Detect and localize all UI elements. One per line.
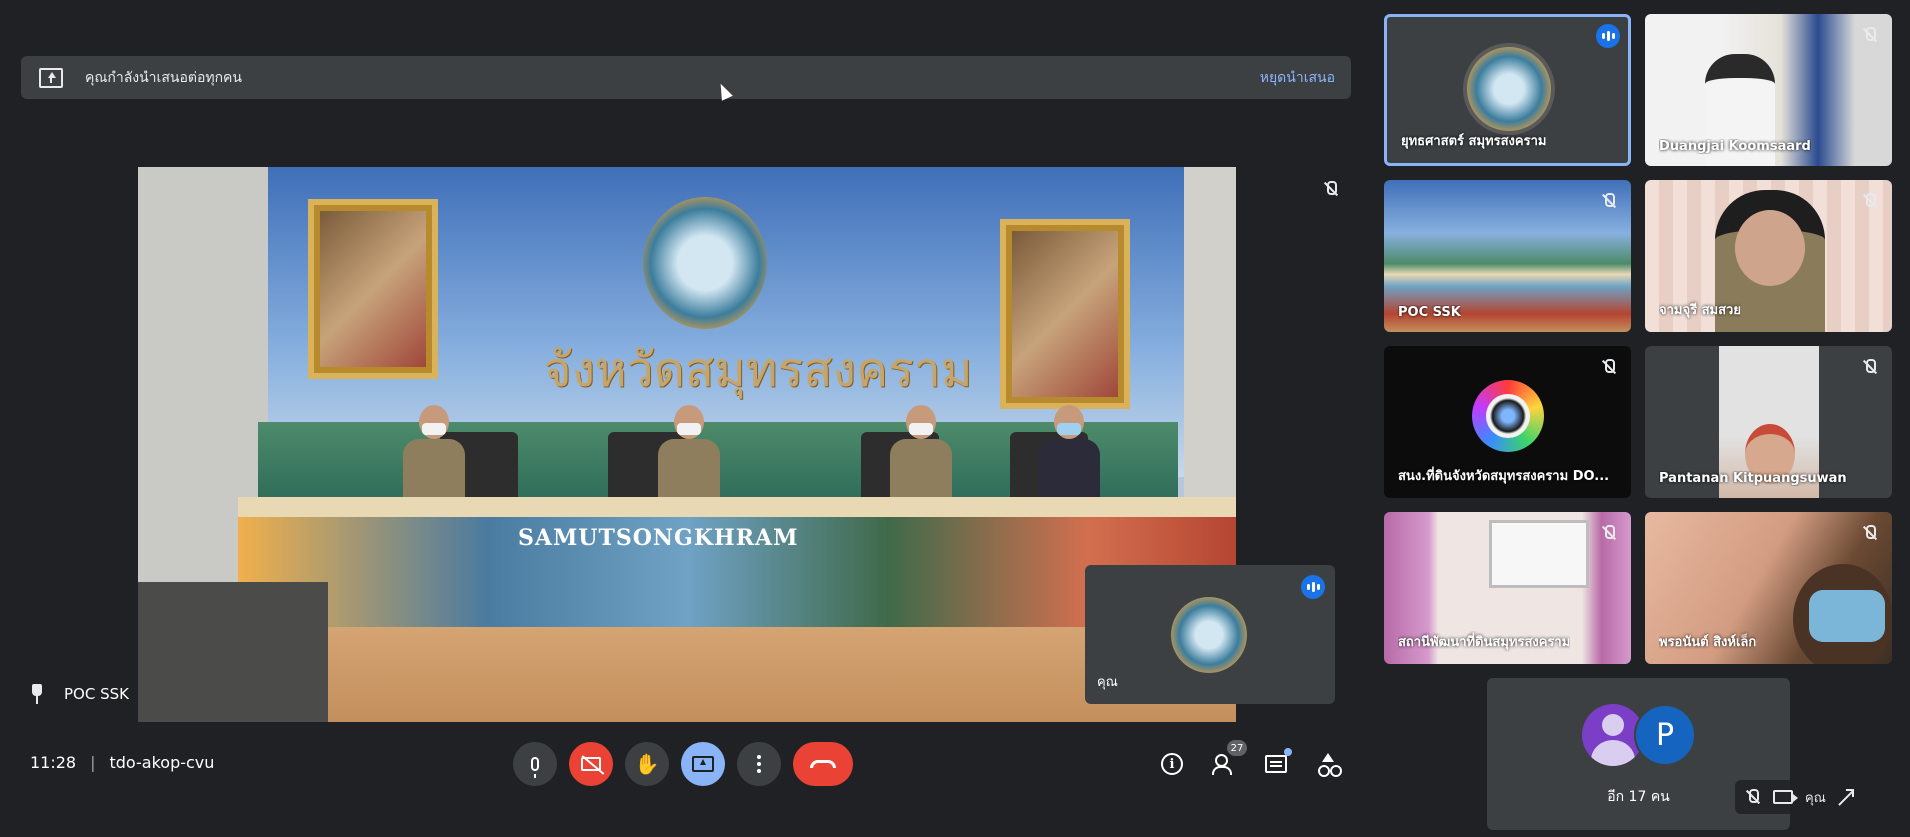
present-screen-icon — [39, 67, 63, 88]
stage-headline-text: จังหวัดสมุทรสงคราม — [543, 342, 973, 398]
people-icon — [1212, 754, 1236, 775]
participant-tile[interactable]: Duangjai Koomsaard — [1645, 14, 1892, 166]
microphone-button[interactable] — [513, 742, 557, 786]
people-button[interactable]: 27 — [1202, 740, 1247, 786]
participant-name: สนง.ที่ดินจังหวัดสมุทรสงคราม DO... — [1398, 469, 1610, 484]
present-screen-icon — [692, 756, 714, 772]
activities-icon — [1317, 753, 1339, 777]
leave-call-button[interactable] — [793, 742, 853, 786]
participant-name: สถานีพัฒนาที่ดินสมุทรสงคราม — [1398, 635, 1571, 650]
microphone-icon — [531, 757, 539, 778]
participant-name: พรอนันต์ สิงห์เล็ก — [1659, 635, 1757, 650]
info-icon: i — [1161, 753, 1183, 775]
mic-off-icon — [1599, 524, 1617, 542]
meeting-info: 11:28 | tdo-akop-cvu — [30, 753, 215, 772]
people-count-badge: 27 — [1227, 740, 1247, 756]
raise-hand-button[interactable]: ✋ — [625, 742, 669, 786]
speaking-indicator-icon — [1596, 24, 1620, 48]
meeting-code: tdo-akop-cvu — [109, 753, 215, 772]
main-video-stage[interactable]: จังหวัดสมุทรสงคราม SAMUTSONGKHRAM — [138, 167, 1236, 722]
stop-presenting-button[interactable]: หยุดนำเสนอ — [1260, 67, 1335, 89]
meeting-details-button[interactable]: i — [1150, 742, 1194, 786]
self-strip-name: คุณ — [1805, 790, 1826, 806]
camera-toggle-button[interactable] — [569, 742, 613, 786]
self-avatar — [1171, 597, 1247, 673]
end-call-icon — [810, 760, 836, 768]
participant-tile[interactable]: พรอนันต์ สิงห์เล็ก — [1645, 512, 1892, 664]
mic-off-icon — [1860, 192, 1878, 210]
participant-name: Duangjai Koomsaard — [1659, 139, 1811, 154]
mic-off-icon — [1599, 358, 1617, 376]
province-seal-logo — [643, 197, 767, 329]
pin-icon[interactable] — [30, 684, 44, 704]
activities-button[interactable] — [1306, 742, 1350, 786]
participant-tile[interactable]: POC SSK — [1384, 180, 1631, 332]
participant-tile[interactable]: สนง.ที่ดินจังหวัดสมุทรสงคราม DO... — [1384, 346, 1631, 498]
self-tile-name: คุณ — [1097, 675, 1118, 690]
expand-icon[interactable] — [1838, 789, 1854, 805]
speaking-indicator-icon — [1301, 575, 1325, 599]
call-controls: ✋ — [513, 742, 853, 786]
mic-off-icon — [1860, 358, 1878, 376]
present-button[interactable] — [681, 742, 725, 786]
more-vert-icon — [757, 755, 761, 773]
meeting-time: 11:28 — [30, 753, 77, 772]
participant-name: POC SSK — [1398, 305, 1461, 320]
video-off-icon — [581, 757, 601, 771]
self-view-strip: คุณ — [1735, 780, 1900, 814]
participant-name: จามจุรี สมสวย — [1659, 303, 1741, 318]
unread-dot — [1284, 748, 1292, 756]
mic-off-icon — [1743, 788, 1761, 806]
side-controls: i 27 — [1150, 740, 1350, 786]
participant-avatar: P — [1634, 704, 1696, 766]
stage-mic-off-icon — [1321, 180, 1339, 198]
mic-off-icon — [1860, 524, 1878, 542]
participant-tile[interactable]: ยุทธศาสตร์ สมุทรสงคราม — [1384, 14, 1631, 166]
mic-off-icon — [1599, 192, 1617, 210]
participant-name: ยุทธศาสตร์ สมุทรสงคราม — [1401, 134, 1547, 149]
participant-tile[interactable]: จามจุรี สมสวย — [1645, 180, 1892, 332]
participant-tile[interactable]: สถานีพัฒนาที่ดินสมุทรสงคราม — [1384, 512, 1631, 664]
camera-app-logo — [1472, 380, 1544, 452]
self-video-tile[interactable]: คุณ — [1085, 565, 1335, 704]
pinned-participant-name: POC SSK — [64, 685, 129, 703]
participant-avatar — [1463, 43, 1555, 135]
presenting-banner: คุณกำลังนำเสนอต่อทุกคน หยุดนำเสนอ — [21, 56, 1351, 99]
hand-icon: ✋ — [634, 752, 660, 776]
presenting-text: คุณกำลังนำเสนอต่อทุกคน — [85, 69, 242, 86]
chat-icon — [1265, 755, 1287, 773]
participant-tile[interactable]: Pantanan Kitpuangsuwan — [1645, 346, 1892, 498]
mic-off-icon — [1860, 26, 1878, 44]
pinned-participant-label: POC SSK — [30, 684, 129, 704]
camera-icon — [1773, 790, 1798, 804]
participant-name: Pantanan Kitpuangsuwan — [1659, 471, 1847, 486]
more-options-button[interactable] — [737, 742, 781, 786]
chat-button[interactable] — [1254, 742, 1298, 786]
backdrop-banner-title: SAMUTSONGKHRAM — [518, 525, 799, 551]
